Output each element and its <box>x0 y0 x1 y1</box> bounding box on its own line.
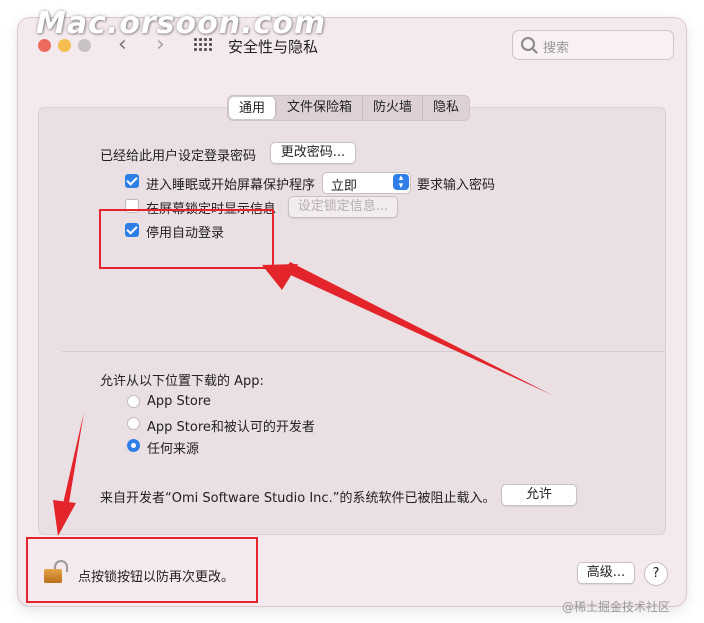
arrow-head-lock <box>53 500 76 536</box>
tab-filevault[interactable]: 文件保险箱 <box>277 96 364 120</box>
arrow-head-auto-login <box>262 264 298 290</box>
arrow-to-lock <box>62 412 84 509</box>
tab-firewall[interactable]: 防火墙 <box>363 96 424 120</box>
annotation-arrows <box>53 262 552 536</box>
arrow-to-auto-login <box>284 262 552 395</box>
site-credit: @稀土掘金技术社区 <box>562 600 671 614</box>
tab-general[interactable]: 通用 <box>229 97 277 119</box>
tab-bar: 通用 文件保险箱 防火墙 隐私 <box>227 95 471 121</box>
watermark: Mac.orsoon.com <box>36 6 327 41</box>
tab-privacy[interactable]: 隐私 <box>423 96 469 120</box>
